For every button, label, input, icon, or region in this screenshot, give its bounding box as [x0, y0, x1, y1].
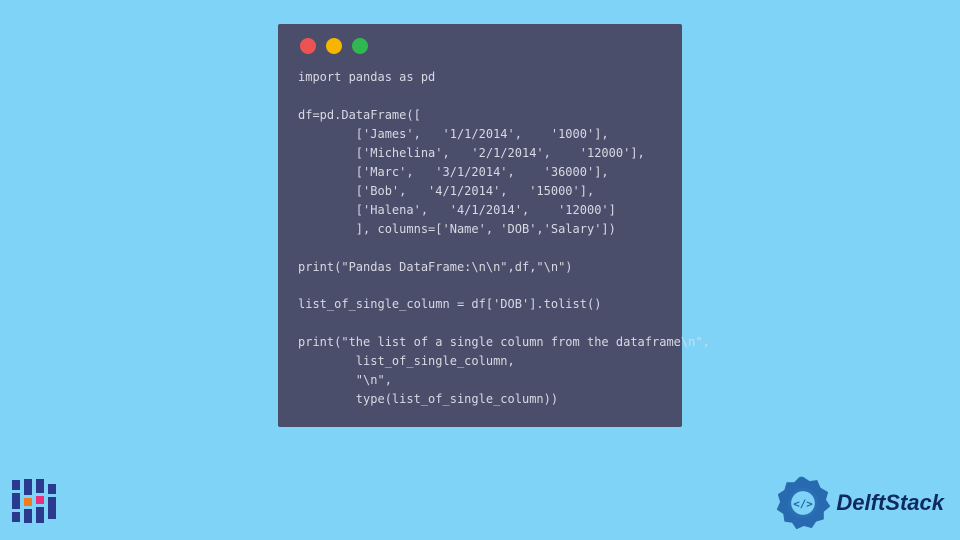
brand-logo: </> DelftStack: [776, 476, 944, 530]
close-icon: [300, 38, 316, 54]
maximize-icon: [352, 38, 368, 54]
window-traffic-lights: [298, 38, 662, 54]
minimize-icon: [326, 38, 342, 54]
brand-name: DelftStack: [836, 490, 944, 516]
svg-text:</>: </>: [794, 497, 814, 510]
code-block: import pandas as pd df=pd.DataFrame([ ['…: [298, 68, 662, 409]
gear-badge-icon: </>: [776, 476, 830, 530]
code-window: import pandas as pd df=pd.DataFrame([ ['…: [278, 24, 682, 427]
left-logo-icon: [12, 478, 56, 524]
